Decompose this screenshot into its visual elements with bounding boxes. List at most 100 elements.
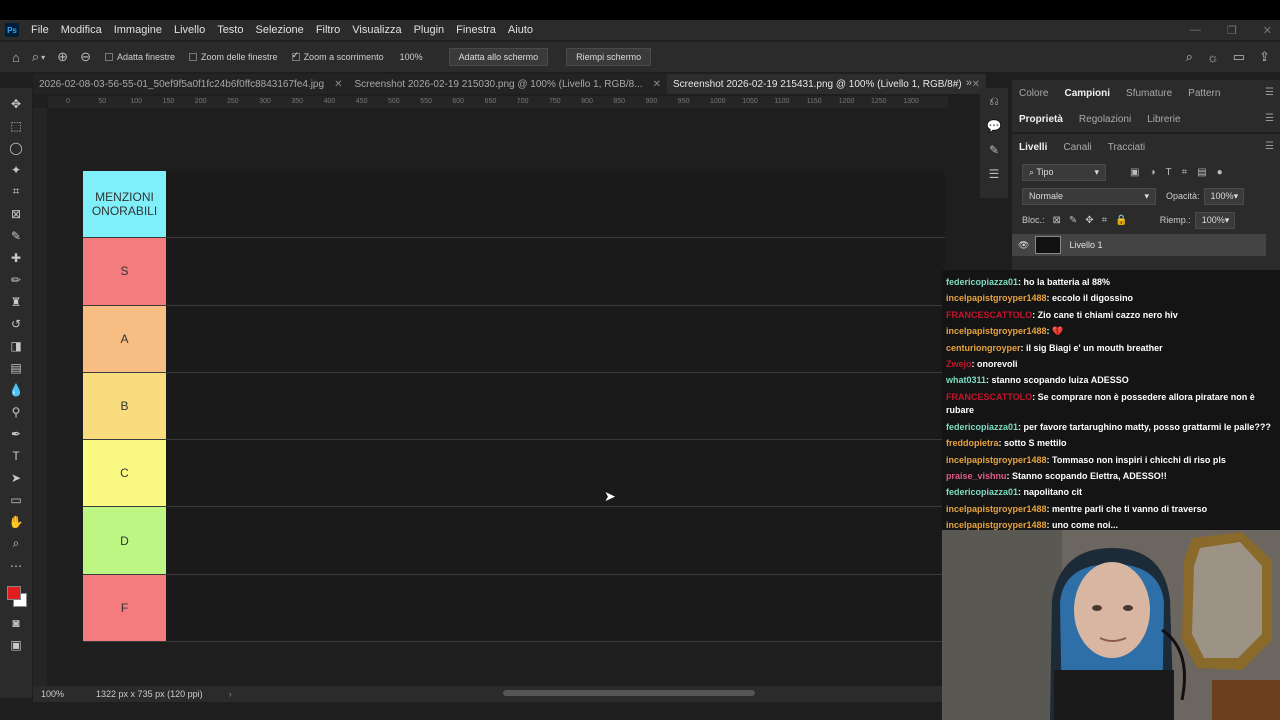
- menu-item-selezione[interactable]: Selezione: [249, 24, 309, 36]
- menu-item-file[interactable]: File: [25, 24, 55, 36]
- tab-close-icon[interactable]: ✕: [653, 79, 661, 90]
- panel-tab-campioni[interactable]: Campioni: [1064, 88, 1110, 99]
- hand-tool-icon[interactable]: ✋: [7, 512, 25, 531]
- menu-item-testo[interactable]: Testo: [211, 24, 249, 36]
- document-tab[interactable]: Screenshot 2026-02-19 215030.png @ 100% …: [348, 74, 667, 94]
- eraser-tool-icon[interactable]: ◨: [7, 336, 25, 355]
- zoom-tool-icon[interactable]: ⌕: [32, 49, 39, 65]
- panel-tab-canali[interactable]: Canali: [1063, 142, 1091, 153]
- panel-tab-propriet[interactable]: Proprietà: [1019, 114, 1063, 125]
- tier-row[interactable]: A: [83, 305, 945, 373]
- crop-tool-icon[interactable]: ⌗: [7, 182, 25, 201]
- tier-row[interactable]: S: [83, 238, 945, 306]
- tab-close-icon[interactable]: ✕: [972, 79, 980, 90]
- text-tool-icon[interactable]: T: [7, 446, 25, 465]
- tier-row[interactable]: C: [83, 440, 945, 508]
- panel-menu-icon[interactable]: ☰: [1265, 113, 1274, 124]
- panel-tab-pattern[interactable]: Pattern: [1188, 88, 1220, 99]
- foreground-color[interactable]: [7, 586, 21, 600]
- status-zoom[interactable]: 100%: [41, 689, 64, 699]
- shape-tool-icon[interactable]: ▭: [7, 490, 25, 509]
- healing-brush-icon[interactable]: ✚: [7, 248, 25, 267]
- canvas-area[interactable]: MENZIONI ONORABILI S A B C D F ➤: [48, 108, 945, 686]
- object-select-icon[interactable]: ✦: [7, 160, 25, 179]
- tier-row[interactable]: MENZIONI ONORABILI: [83, 171, 945, 239]
- panel-tab-regolazioni[interactable]: Regolazioni: [1079, 114, 1131, 125]
- blend-mode-dropdown[interactable]: Normale ▾: [1022, 187, 1156, 205]
- tab-close-icon[interactable]: ✕: [334, 79, 342, 90]
- panel-tab-sfumature[interactable]: Sfumature: [1126, 88, 1172, 99]
- more-tools-icon[interactable]: ⋯: [7, 556, 25, 575]
- gradient-tool-icon[interactable]: ▤: [7, 358, 25, 377]
- visibility-eye-icon[interactable]: 👁: [1018, 240, 1029, 251]
- adatta-finestre-checkbox[interactable]: Adatta finestre: [104, 52, 175, 62]
- blur-tool-icon[interactable]: 💧: [7, 380, 25, 399]
- lasso-tool-icon[interactable]: ◯: [7, 138, 25, 157]
- tier-row[interactable]: F: [83, 574, 945, 642]
- zoom-in-icon[interactable]: ⊕: [57, 49, 68, 65]
- share-icon[interactable]: ⇪: [1259, 49, 1270, 65]
- close-icon[interactable]: ✕: [1263, 24, 1272, 37]
- layer-filter-dropdown[interactable]: ⌕ Tipo ▾: [1022, 163, 1106, 181]
- stamp-tool-icon[interactable]: ♜: [7, 292, 25, 311]
- tier-row[interactable]: D: [83, 507, 945, 575]
- menu-item-finestra[interactable]: Finestra: [450, 24, 502, 36]
- menu-item-filtro[interactable]: Filtro: [310, 24, 346, 36]
- fill-screen-button[interactable]: Riempi schermo: [566, 48, 652, 66]
- workspace-icon[interactable]: ▭: [1233, 49, 1245, 65]
- history-brush-icon[interactable]: ↺: [7, 314, 25, 333]
- fill-field[interactable]: 100% ▾: [1194, 211, 1235, 229]
- panel-menu-icon[interactable]: ☰: [1265, 141, 1274, 152]
- brush-panel-icon[interactable]: ✎: [989, 143, 999, 157]
- layer-filter-icons[interactable]: ▣◑T⌗▤●: [1130, 167, 1233, 178]
- zoom-finestre-checkbox[interactable]: Zoom delle finestre: [189, 52, 278, 62]
- chevron-down-icon[interactable]: ▾: [41, 53, 45, 62]
- eyedropper-icon[interactable]: ✎: [7, 226, 25, 245]
- screen-mode-icon[interactable]: ▣: [7, 635, 25, 654]
- menu-item-plugin[interactable]: Plugin: [408, 24, 451, 36]
- menu-item-visualizza[interactable]: Visualizza: [346, 24, 407, 36]
- status-arrow-icon[interactable]: ›: [229, 689, 232, 699]
- home-icon[interactable]: ⌂: [12, 50, 20, 65]
- menu-item-modifica[interactable]: Modifica: [55, 24, 108, 36]
- tier-row[interactable]: B: [83, 372, 945, 441]
- document-tab[interactable]: Screenshot 2026-02-19 215431.png @ 100% …: [666, 74, 987, 94]
- opacity-field[interactable]: 100% ▾: [1203, 187, 1244, 205]
- panel-tab-livelli[interactable]: Livelli: [1019, 142, 1047, 153]
- discover-icon[interactable]: ☼: [1207, 50, 1219, 65]
- color-swatches[interactable]: [5, 584, 27, 610]
- frame-tool-icon[interactable]: ⊠: [7, 204, 25, 223]
- tier-list-image[interactable]: MENZIONI ONORABILI S A B C D F: [83, 171, 945, 642]
- marquee-tool-icon[interactable]: ⬚: [7, 116, 25, 135]
- brush-tool-icon[interactable]: ✏: [7, 270, 25, 289]
- move-tool-icon[interactable]: ✥: [7, 94, 25, 113]
- maximize-icon[interactable]: ❐: [1227, 24, 1237, 37]
- dodge-tool-icon[interactable]: ⚲: [7, 402, 25, 421]
- zoom-value[interactable]: 100%: [400, 52, 423, 62]
- horizontal-scrollbar[interactable]: [503, 690, 755, 696]
- more-tabs-icon[interactable]: »: [966, 77, 972, 89]
- search-icon[interactable]: ⌕: [1186, 49, 1193, 65]
- panel-tab-tracciati[interactable]: Tracciati: [1108, 142, 1145, 153]
- zoom-out-icon[interactable]: ⊖: [80, 49, 91, 65]
- menu-item-immagine[interactable]: Immagine: [108, 24, 168, 36]
- panel-menu-icon[interactable]: ☰: [1265, 87, 1274, 98]
- path-select-icon[interactable]: ➤: [7, 468, 25, 487]
- pen-tool-icon[interactable]: ✒: [7, 424, 25, 443]
- layer-item[interactable]: 👁 Livello 1: [1012, 234, 1266, 256]
- panel-tab-colore[interactable]: Colore: [1019, 88, 1048, 99]
- panel-tab-librerie[interactable]: Librerie: [1147, 114, 1180, 125]
- zoom-tool-icon[interactable]: ⌕: [7, 534, 25, 553]
- fit-screen-button[interactable]: Adatta allo schermo: [448, 48, 549, 66]
- history-panel-icon[interactable]: ⎌: [989, 94, 999, 109]
- quick-mask-icon[interactable]: ◙: [7, 613, 25, 632]
- adjust-panel-icon[interactable]: ☰: [989, 167, 1000, 181]
- minimize-icon[interactable]: —: [1190, 24, 1201, 36]
- comments-panel-icon[interactable]: 💬: [987, 119, 1002, 133]
- layer-name[interactable]: Livello 1: [1069, 240, 1102, 250]
- zoom-scorrimento-checkbox[interactable]: Zoom a scorrimento: [291, 50, 384, 62]
- menu-item-livello[interactable]: Livello: [168, 24, 211, 36]
- document-tab[interactable]: 2026-02-08-03-56-55-01_50ef9f5a0f1fc24b6…: [33, 74, 348, 94]
- lock-icons[interactable]: ⊠✎✥⌗🔒: [1053, 215, 1136, 226]
- menu-item-aiuto[interactable]: Aiuto: [502, 24, 539, 36]
